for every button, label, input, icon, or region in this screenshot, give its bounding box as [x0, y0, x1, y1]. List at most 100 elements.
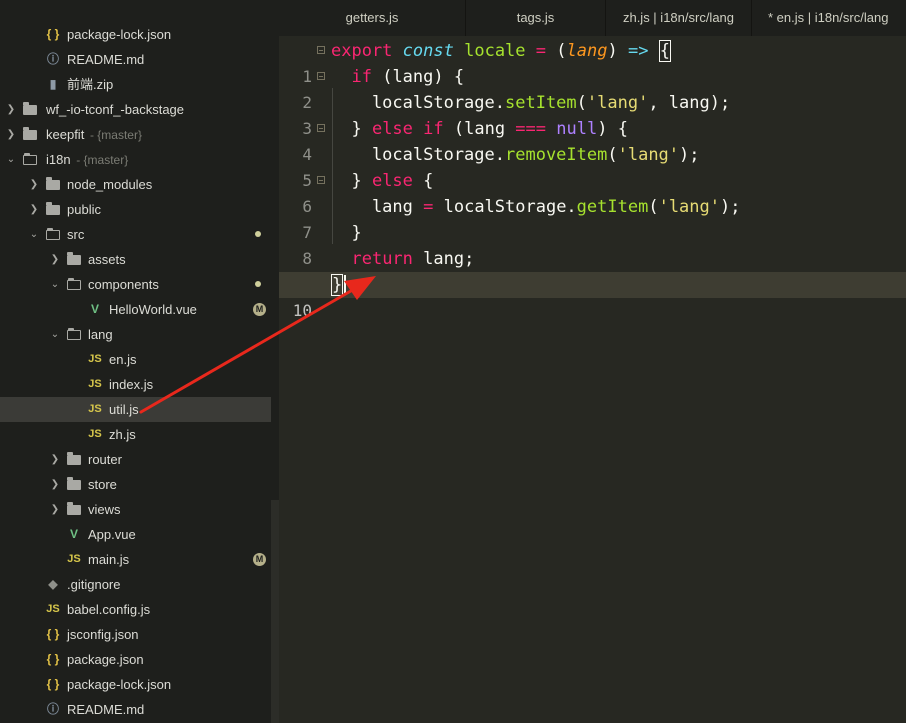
sidebar-scrollbar[interactable] [271, 500, 279, 723]
tree-folder-router[interactable]: ❯ router [0, 447, 271, 472]
tree-item-label: i18n - {master} [46, 152, 129, 167]
vue-file-icon: V [69, 527, 78, 541]
tab-label: tags.js [516, 10, 555, 25]
tree-folder-wf-backstage[interactable]: ❯ wf_-io-tconf_-backstage [0, 97, 271, 122]
tree-file-helloworld-vue[interactable]: V HelloWorld.vue M [0, 297, 271, 322]
tree-item-label: package-lock.json [67, 27, 172, 42]
fold-toggle-icon[interactable] [317, 72, 325, 80]
git-file-icon: ◆ [48, 577, 58, 591]
chevron-right-icon[interactable]: ❯ [49, 472, 61, 497]
tab-getters-js[interactable]: getters.js [279, 0, 466, 36]
tree-item-label: wf_-io-tconf_-backstage [46, 102, 185, 117]
fold-toggle-icon[interactable] [317, 46, 325, 54]
tree-folder-lang[interactable]: ⌄ lang [0, 322, 271, 347]
chevron-down-icon[interactable]: ⌄ [49, 322, 61, 347]
open-folder-icon [66, 272, 82, 297]
code-line-6: 6 } else { [279, 168, 906, 216]
tree-file-package-json[interactable]: { } package.json [0, 647, 271, 672]
code-line-3: 3 localStorage.setItem('lang', lang); [279, 90, 906, 138]
folder-icon [22, 97, 38, 122]
tree-item-label: main.js [88, 552, 130, 567]
tree-folder-store[interactable]: ❯ store [0, 472, 271, 497]
tree-file-index-js[interactable]: JS index.js [0, 372, 271, 397]
tree-item-label: en.js [109, 352, 137, 367]
tree-file-zip[interactable]: ▮ 前端.zip [0, 72, 271, 97]
tree-file-package-lock-json[interactable]: { } package-lock.json [0, 22, 271, 47]
git-modified-badge: M [253, 303, 266, 316]
chevron-right-icon[interactable]: ❯ [49, 497, 61, 522]
tree-item-label: router [88, 452, 122, 467]
tree-file-app-vue[interactable]: V App.vue [0, 522, 271, 547]
tab-en-js-unsaved[interactable]: * en.js | i18n/src/lang [752, 0, 906, 36]
json-file-icon: { } [46, 627, 60, 641]
tree-file-main-js[interactable]: JS main.js M [0, 547, 271, 572]
fold-toggle-icon[interactable] [317, 124, 325, 132]
tree-item-label: HelloWorld.vue [109, 302, 197, 317]
js-file-icon: JS [67, 553, 81, 565]
file-tree-sidebar: { } package-lock.json ⓘ README.md ▮ 前端.z… [0, 0, 279, 723]
tree-item-label: views [88, 502, 121, 517]
tree-folder-views[interactable]: ❯ views [0, 497, 271, 522]
chevron-right-icon[interactable]: ❯ [28, 172, 40, 197]
chevron-down-icon[interactable]: ⌄ [49, 272, 61, 297]
git-branch-label: - {master} [89, 128, 142, 142]
tree-folder-keepfit[interactable]: ❯ keepfit - {master} [0, 122, 271, 147]
tree-folder-public[interactable]: ❯ public [0, 197, 271, 222]
chevron-right-icon[interactable]: ❯ [49, 247, 61, 272]
tree-folder-assets[interactable]: ❯ assets [0, 247, 271, 272]
open-folder-icon [66, 322, 82, 347]
json-file-icon: { } [46, 677, 60, 691]
chevron-right-icon[interactable]: ❯ [5, 97, 17, 122]
tree-file-zh-js[interactable]: JS zh.js [0, 422, 271, 447]
chevron-down-icon[interactable]: ⌄ [28, 222, 40, 247]
tree-file-babel-config[interactable]: JS babel.config.js [0, 597, 271, 622]
info-file-icon: ⓘ [46, 702, 59, 716]
code-line-7: 7 lang = localStorage.getItem('lang'); [279, 194, 906, 242]
tree-file-gitignore[interactable]: ◆ .gitignore [0, 572, 271, 597]
chevron-down-icon[interactable]: ⌄ [5, 147, 17, 172]
js-file-icon: JS [88, 378, 102, 390]
open-folder-icon [22, 147, 38, 172]
editor-tab-bar: getters.js tags.js zh.js | i18n/src/lang… [279, 0, 906, 36]
tab-zh-js[interactable]: zh.js | i18n/src/lang [606, 0, 752, 36]
open-folder-icon [45, 222, 61, 247]
tree-item-label: node_modules [67, 177, 153, 192]
folder-icon [66, 497, 82, 522]
vue-file-icon: V [90, 302, 99, 316]
chevron-right-icon[interactable]: ❯ [5, 122, 17, 147]
git-branch-label: - {master} [76, 153, 129, 167]
json-file-icon: { } [46, 652, 60, 666]
tree-item-label: store [88, 477, 117, 492]
tree-file-util-js[interactable]: JS util.js [0, 397, 271, 422]
folder-icon [66, 472, 82, 497]
tree-file-readme[interactable]: ⓘ README.md [0, 697, 271, 722]
code-line-5: 5 localStorage.removeItem('lang'); [279, 142, 906, 190]
tree-folder-src[interactable]: ⌄ src [0, 222, 271, 247]
tree-item-label: index.js [109, 377, 154, 392]
fold-toggle-icon[interactable] [317, 176, 325, 184]
tree-folder-i18n[interactable]: ⌄ i18n - {master} [0, 147, 271, 172]
tree-folder-components[interactable]: ⌄ components [0, 272, 271, 297]
tree-file-en-js[interactable]: JS en.js [0, 347, 271, 372]
tree-file-jsconfig[interactable]: { } jsconfig.json [0, 622, 271, 647]
archive-file-icon: ▮ [49, 77, 57, 91]
code-editor[interactable]: 1 export const locale = (lang) => { 2 if… [279, 36, 906, 723]
chevron-right-icon[interactable]: ❯ [28, 197, 40, 222]
tree-item-label: package-lock.json [67, 677, 172, 692]
code-line-1: 1 export const locale = (lang) => { [279, 38, 906, 86]
tree-item-label: assets [88, 252, 126, 267]
tab-label: zh.js | i18n/src/lang [622, 10, 735, 25]
chevron-right-icon[interactable]: ❯ [49, 447, 61, 472]
tree-file-readme[interactable]: ⓘ README.md [0, 47, 271, 72]
tab-tags-js[interactable]: tags.js [466, 0, 606, 36]
modified-dot-indicator [255, 281, 261, 287]
git-modified-badge: M [253, 553, 266, 566]
tree-item-label: lang [88, 327, 113, 342]
modified-dot-indicator [255, 231, 261, 237]
line-number: 10 [292, 301, 312, 320]
code-line-2: 2 if (lang) { [279, 64, 906, 112]
code-line-4: 4 } else if (lang === null) { [279, 116, 906, 164]
tree-file-package-lock-json[interactable]: { } package-lock.json [0, 672, 271, 697]
tree-folder-node-modules[interactable]: ❯ node_modules [0, 172, 271, 197]
code-line-10-current: 10 } [279, 272, 906, 320]
